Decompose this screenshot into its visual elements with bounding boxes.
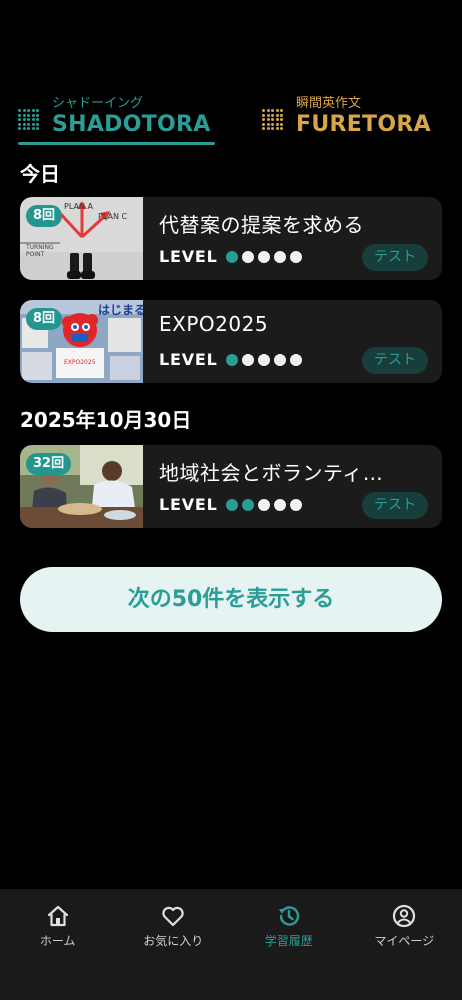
svg-text:POINT: POINT <box>26 251 45 258</box>
level-dots <box>225 498 302 511</box>
tab-subtitle: 瞬間英作文 <box>296 96 362 111</box>
lesson-thumbnail: PLAN A PLAN C TURNING POINT 8回 <box>20 197 143 280</box>
level-dot <box>257 498 270 511</box>
svg-text:PLAN A: PLAN A <box>64 202 93 211</box>
level-indicator: LEVEL <box>159 350 302 369</box>
level-label: LEVEL <box>159 350 218 369</box>
tab-furetora[interactable]: 瞬間英作文 FURETORA <box>262 88 452 146</box>
nav-label: 学習履歴 <box>264 934 313 948</box>
lesson-title: 代替案の提案を求める <box>159 213 364 237</box>
level-dot <box>241 353 254 366</box>
section-heading: 2025年10月30日 <box>20 408 192 432</box>
tab-title: FURETORA <box>296 112 431 137</box>
lesson-title: 地域社会とボランティ… <box>159 461 384 485</box>
level-dot <box>273 498 286 511</box>
history-icon <box>278 906 299 926</box>
level-dot <box>257 353 270 366</box>
level-indicator: LEVEL <box>159 495 302 514</box>
heart-icon <box>162 906 184 927</box>
test-button[interactable]: テスト <box>362 492 428 519</box>
tab-title: SHADOTORA <box>52 112 211 137</box>
history-card[interactable]: EXPO2025 はじまる 8回 EXPO2025 LEVEL テスト <box>20 300 442 383</box>
level-indicator: LEVEL <box>159 247 302 266</box>
practice-count-badge: 32回 <box>26 453 72 475</box>
practice-count-badge: 8回 <box>26 308 63 330</box>
level-dot <box>225 353 238 366</box>
nav-history[interactable]: 学習履歴 <box>231 889 347 1000</box>
lesson-title: EXPO2025 <box>159 312 269 336</box>
user-icon <box>393 904 416 928</box>
nav-label: ホーム <box>39 934 76 948</box>
level-dot <box>289 498 302 511</box>
level-dot <box>273 250 286 263</box>
level-dot <box>225 250 238 263</box>
level-label: LEVEL <box>159 247 218 266</box>
svg-text:はじまる: はじまる <box>98 303 143 317</box>
level-dots <box>225 250 302 263</box>
dot-grid-icon <box>18 109 40 131</box>
home-icon <box>47 905 68 927</box>
dot-grid-icon <box>262 109 284 131</box>
load-more-button[interactable]: 次の50件を表示する <box>20 567 442 632</box>
active-tab-indicator <box>18 142 215 145</box>
svg-text:EXPO2025: EXPO2025 <box>64 359 96 366</box>
lesson-thumbnail: 32回 <box>20 445 143 528</box>
level-dots <box>225 353 302 366</box>
test-button[interactable]: テスト <box>362 347 428 374</box>
practice-count-badge: 8回 <box>26 205 63 227</box>
mode-tabs: シャドーイング SHADOTORA 瞬間英作文 FURETORA <box>0 88 462 148</box>
level-dot <box>241 250 254 263</box>
history-card[interactable]: 32回 地域社会とボランティ… LEVEL テスト <box>20 445 442 528</box>
level-dot <box>289 353 302 366</box>
section-heading: 今日 <box>20 162 60 186</box>
nav-label: お気に入り <box>143 934 204 948</box>
test-button[interactable]: テスト <box>362 244 428 271</box>
nav-favorites[interactable]: お気に入り <box>116 889 232 1000</box>
nav-mypage[interactable]: マイページ <box>347 889 462 1000</box>
history-card[interactable]: PLAN A PLAN C TURNING POINT 8回 代替案の提案を求め… <box>20 197 442 280</box>
nav-label: マイページ <box>374 934 435 948</box>
level-dot <box>273 353 286 366</box>
lesson-thumbnail: EXPO2025 はじまる 8回 <box>20 300 143 383</box>
level-dot <box>257 250 270 263</box>
level-dot <box>289 250 302 263</box>
level-label: LEVEL <box>159 495 218 514</box>
level-dot <box>225 498 238 511</box>
bottom-navigation: ホーム お気に入り 学習履歴 マイページ <box>0 889 462 1000</box>
svg-text:TURNING: TURNING <box>25 244 54 251</box>
tab-subtitle: シャドーイング <box>52 96 144 111</box>
level-dot <box>241 498 254 511</box>
tab-shadotora[interactable]: シャドーイング SHADOTORA <box>18 88 215 146</box>
nav-home[interactable]: ホーム <box>0 889 116 1000</box>
svg-text:PLAN C: PLAN C <box>98 212 127 221</box>
